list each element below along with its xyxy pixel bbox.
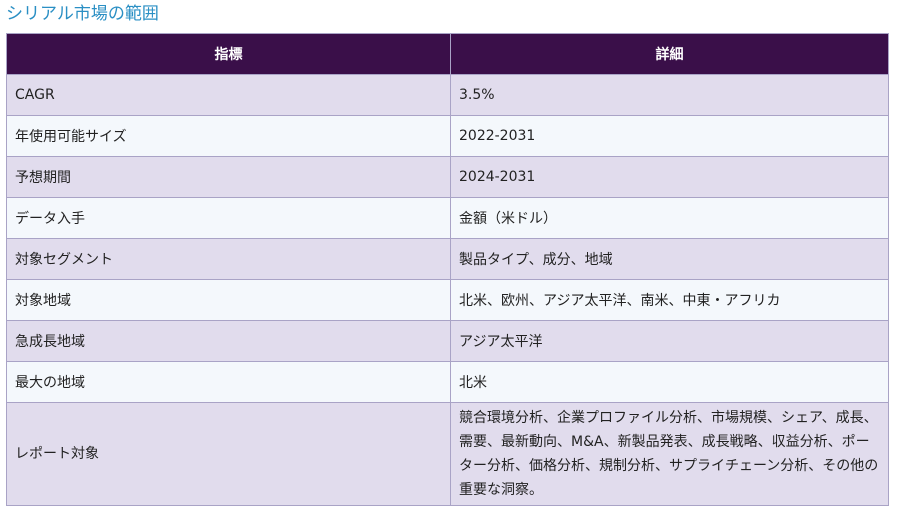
row-value: 2022-2031: [450, 115, 889, 157]
row-label: 予想期間: [6, 156, 451, 198]
row-value: 3.5%: [450, 74, 889, 116]
page-title: シリアル市場の範囲: [6, 4, 159, 24]
row-value: 製品タイプ、成分、地域: [450, 238, 889, 280]
row-label: CAGR: [6, 74, 451, 116]
table-row: CAGR 3.5%: [6, 74, 889, 116]
table-row: 年使用可能サイズ 2022-2031: [6, 115, 889, 157]
header-metric: 指標: [6, 33, 451, 75]
table-row: 最大の地域 北米: [6, 361, 889, 403]
row-label: 対象地域: [6, 279, 451, 321]
market-scope-table: 指標 詳細 CAGR 3.5% 年使用可能サイズ 2022-2031 予想期間 …: [6, 33, 889, 506]
row-value: 競合環境分析、企業プロファイル分析、市場規模、シェア、成長、需要、最新動向、M&…: [450, 402, 889, 506]
table-row: 対象地域 北米、欧州、アジア太平洋、南米、中東・アフリカ: [6, 279, 889, 321]
row-value: アジア太平洋: [450, 320, 889, 362]
row-label: データ入手: [6, 197, 451, 239]
row-label: 急成長地域: [6, 320, 451, 362]
row-value: 2024-2031: [450, 156, 889, 198]
row-value: 北米: [450, 361, 889, 403]
table-header-row: 指標 詳細: [6, 33, 889, 75]
row-label: 対象セグメント: [6, 238, 451, 280]
table-row: 対象セグメント 製品タイプ、成分、地域: [6, 238, 889, 280]
table-row: データ入手 金額（米ドル）: [6, 197, 889, 239]
table-row: レポート対象 競合環境分析、企業プロファイル分析、市場規模、シェア、成長、需要、…: [6, 402, 889, 506]
table-row: 予想期間 2024-2031: [6, 156, 889, 198]
row-label: 最大の地域: [6, 361, 451, 403]
row-value: 北米、欧州、アジア太平洋、南米、中東・アフリカ: [450, 279, 889, 321]
header-detail: 詳細: [450, 33, 889, 75]
table-row: 急成長地域 アジア太平洋: [6, 320, 889, 362]
row-label: 年使用可能サイズ: [6, 115, 451, 157]
row-label: レポート対象: [6, 402, 451, 506]
row-value: 金額（米ドル）: [450, 197, 889, 239]
